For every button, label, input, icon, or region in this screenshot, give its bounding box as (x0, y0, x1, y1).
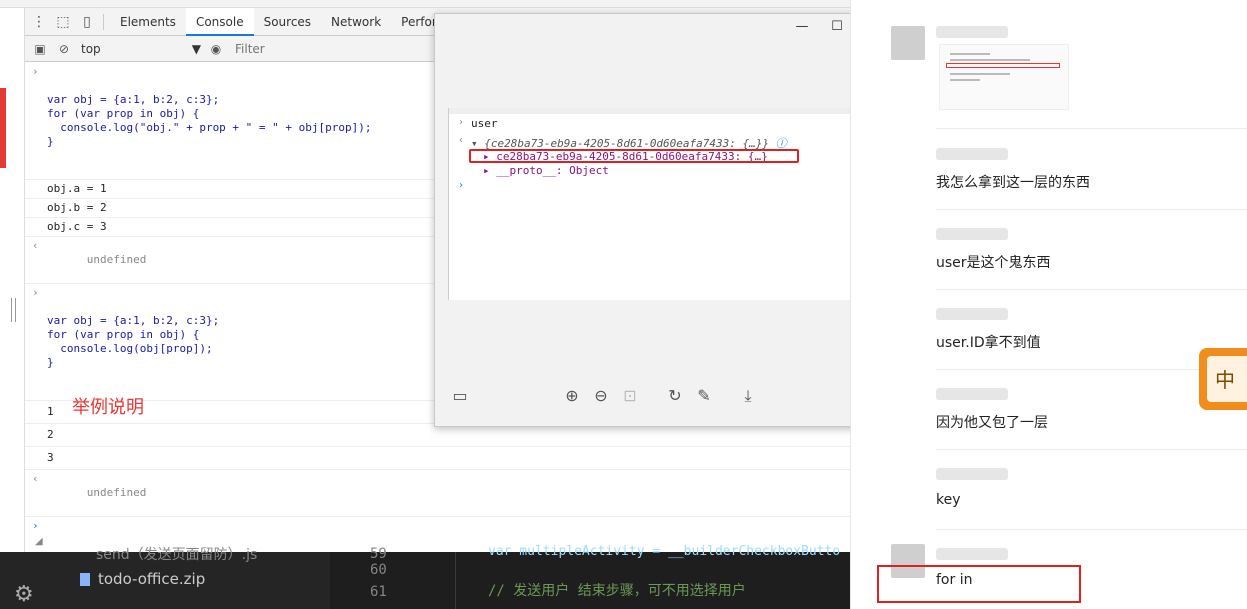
edit-icon[interactable]: ✎ (693, 386, 715, 405)
return-arrow-icon: ‹ (32, 472, 39, 485)
prompt-chevron-icon: › (32, 519, 39, 532)
download-icon[interactable]: ⤓ (737, 386, 759, 406)
annotation-note: 举例说明 (72, 397, 144, 418)
avatar (891, 26, 925, 60)
chat-message: user是这个鬼东西 (936, 228, 1236, 272)
highlight-box (877, 565, 1081, 603)
chat-message: 我怎么拿到这一层的东西 (936, 148, 1236, 192)
sender-name (936, 388, 1008, 400)
return-arrow-icon: ‹ (458, 135, 465, 146)
zip-file-icon (80, 572, 90, 586)
tab-console[interactable]: Console (185, 7, 254, 36)
console-return-row: ‹ undefined (25, 470, 850, 517)
fit-screen-icon[interactable]: ▭ (449, 386, 471, 405)
clear-console-icon[interactable]: ⊘ (55, 40, 73, 58)
editor-code-area[interactable]: var multipleActivity = __builderCheckbox… (420, 544, 850, 609)
sidebar-toggle-icon[interactable]: ▣ (31, 40, 49, 58)
resize-corner-icon[interactable]: ◢ (35, 536, 43, 547)
sender-name (936, 228, 1008, 240)
sender-name (936, 548, 1008, 560)
editor-line-numbers: 59 60 61 (330, 546, 420, 609)
screenshot-viewer-window: — ☐ ✕ › user ‹ ▾ {ce28ba73-eb9a-4205-8d6… (434, 13, 887, 427)
tab-sources[interactable]: Sources (254, 8, 321, 36)
editor-file-list: send（发送页面留防）.js todo-office.zip ⚙ (0, 547, 330, 609)
actual-size-icon[interactable]: ⊡ (619, 386, 641, 405)
dropdown-arrow-icon: ▼ (191, 41, 201, 56)
device-toolbar-icon[interactable]: ▯ (77, 12, 97, 32)
highlight-box (469, 149, 799, 163)
file-item[interactable]: todo-office.zip (80, 570, 205, 588)
maximize-icon[interactable]: ☐ (827, 19, 847, 34)
ime-indicator[interactable]: 中 (1199, 348, 1247, 410)
rotate-icon[interactable]: ↻ (664, 386, 686, 405)
file-item[interactable]: send（发送页面留防）.js (96, 544, 257, 564)
filter-input[interactable] (235, 41, 395, 56)
highlight-box (946, 63, 1060, 68)
sender-name (936, 26, 1008, 38)
sender-name (936, 468, 1008, 480)
expand-chevron-icon: › (458, 117, 465, 128)
tab-elements[interactable]: Elements (110, 8, 186, 36)
viewer-toolbar: ▭ ⊕ ⊖ ⊡ ↻ ✎ ⤓ (435, 384, 885, 412)
screenshot-image: › user ‹ ▾ {ce28ba73-eb9a-4205-8d61-0d60… (448, 108, 887, 300)
zoom-in-icon[interactable]: ⊕ (561, 386, 583, 405)
chat-message: 因为他又包了一层 (936, 388, 1236, 432)
chat-message: user.ID拿不到值 (936, 308, 1236, 352)
settings-gear-icon[interactable]: ⚙ (14, 582, 34, 607)
sender-name (936, 308, 1008, 320)
chat-message (936, 26, 1236, 38)
tab-network[interactable]: Network (321, 8, 391, 36)
page-left-gutter (0, 8, 25, 552)
return-arrow-icon: ‹ (32, 239, 39, 252)
page-accent-bar (0, 88, 6, 168)
eye-icon[interactable]: ◉ (207, 40, 225, 58)
console-log-row: 2 (25, 424, 850, 447)
console-log-row: 3 (25, 447, 850, 470)
chat-message: key (936, 468, 1236, 508)
chat-panel: 我怎么拿到这一层的东西 user是这个鬼东西 user.ID拿不到值 因为他又包… (850, 0, 1247, 609)
prompt-chevron-icon: › (32, 286, 39, 299)
sender-name (936, 148, 1008, 160)
resize-handle[interactable] (11, 298, 16, 322)
context-selector[interactable]: top ▼ (81, 42, 201, 56)
more-options-icon[interactable]: ⋮ (29, 12, 49, 32)
inspect-element-icon[interactable]: ⬚ (53, 12, 73, 32)
image-message-thumbnail[interactable] (939, 44, 1069, 110)
minimize-icon[interactable]: — (792, 19, 812, 34)
prompt-chevron-icon: › (458, 180, 465, 191)
zoom-out-icon[interactable]: ⊖ (590, 386, 612, 405)
prompt-chevron-icon: › (32, 65, 39, 78)
